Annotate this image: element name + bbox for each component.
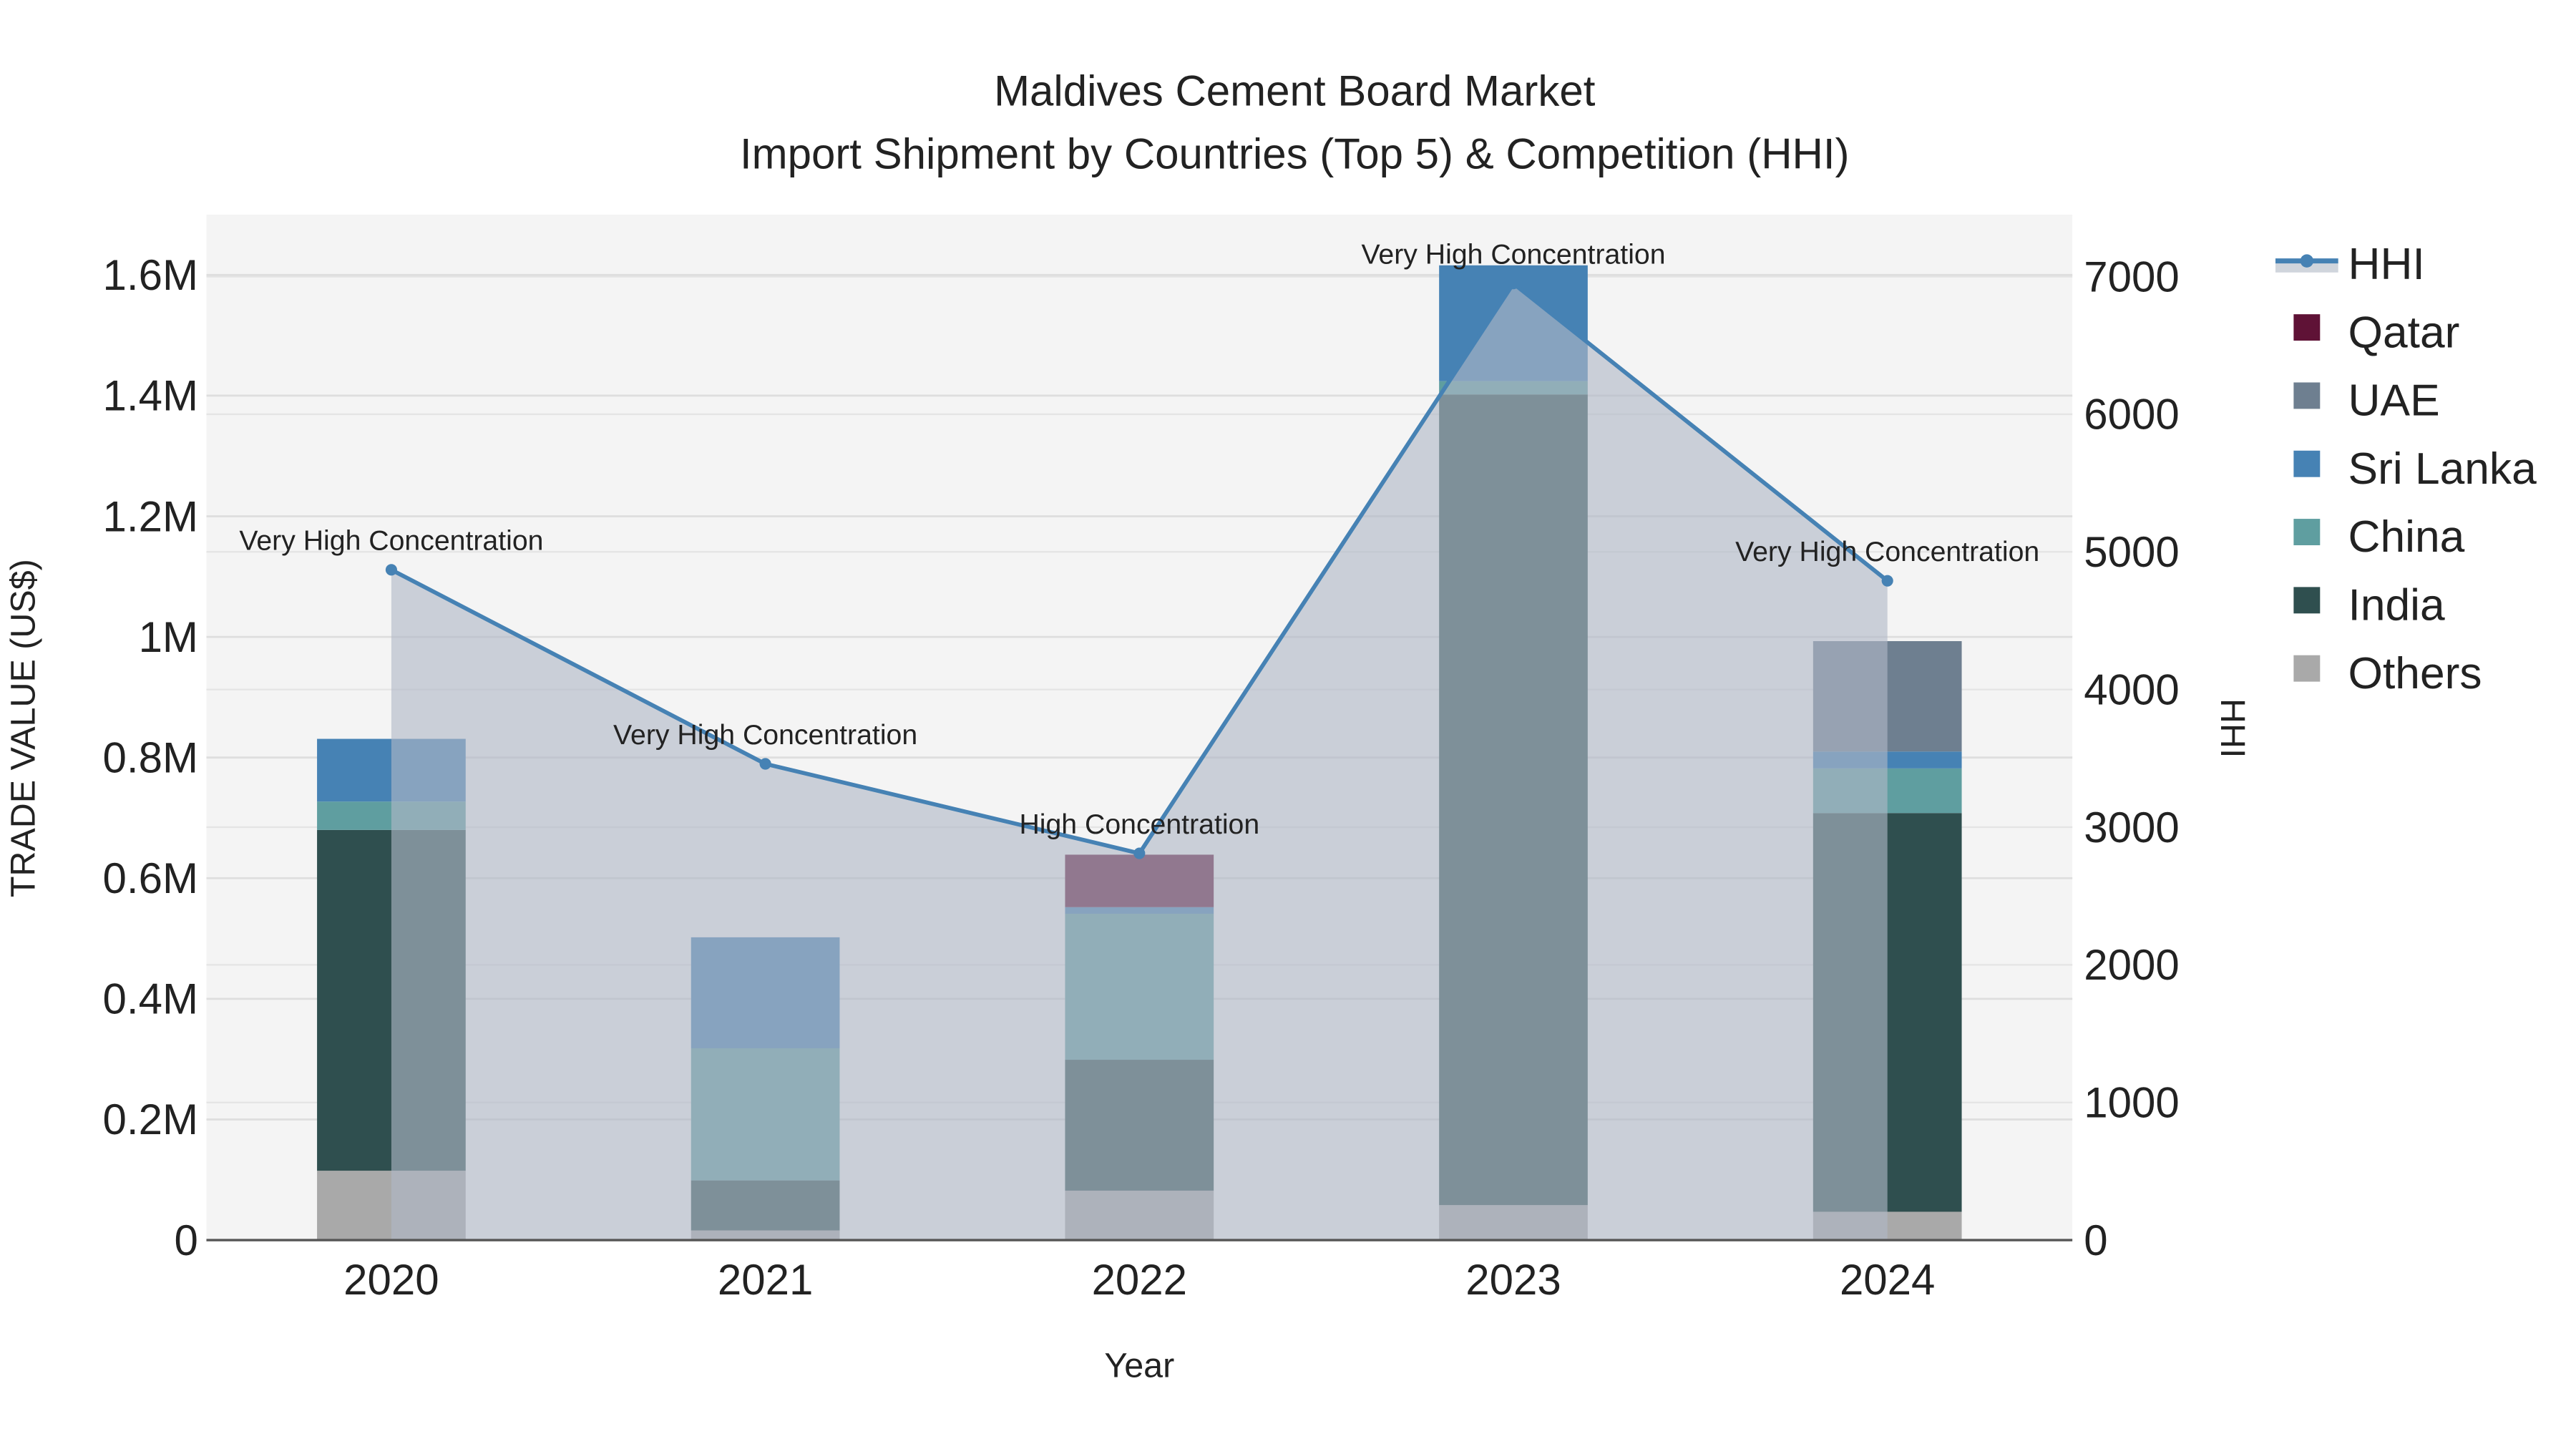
x-tick-label: 2024 xyxy=(1840,1256,1935,1304)
y2-tick-label: 7000 xyxy=(2084,253,2179,301)
y2-tick-label: 4000 xyxy=(2084,665,2179,713)
y2-axis-label: HHI xyxy=(2213,698,2252,758)
y-tick-label: 1.6M xyxy=(103,251,198,299)
hhi-point-2020 xyxy=(385,564,397,576)
y-tick-label: 0.6M xyxy=(103,854,198,902)
hhi-annotation: Very High Concentration xyxy=(239,525,543,557)
chart: Maldives Cement Board Market Import Ship… xyxy=(4,67,2537,1385)
y-tick-label: 1.4M xyxy=(103,372,198,420)
x-tick-label: 2021 xyxy=(718,1256,813,1304)
y2-tick-label: 1000 xyxy=(2084,1078,2179,1126)
x-tick-label: 2020 xyxy=(343,1256,439,1304)
hhi-annotation: Very High Concentration xyxy=(1361,238,1665,270)
legend-label: Others xyxy=(2348,649,2482,698)
x-tick-label: 2023 xyxy=(1465,1256,1561,1304)
legend-hhi-marker-icon xyxy=(2300,254,2314,268)
legend-label: India xyxy=(2348,581,2445,630)
y2-tick-label: 0 xyxy=(2084,1216,2107,1264)
legend-swatch-china xyxy=(2293,519,2321,545)
legend-label: HHI xyxy=(2348,240,2425,289)
hhi-point-2024 xyxy=(1881,575,1893,587)
legend-label: UAE xyxy=(2348,376,2440,426)
legend-swatch-others xyxy=(2293,655,2321,682)
legend-swatch-uae xyxy=(2293,382,2321,409)
y2-tick-label: 2000 xyxy=(2084,941,2179,989)
y2-tick-label: 6000 xyxy=(2084,391,2179,439)
legend-label: Qatar xyxy=(2348,308,2460,357)
x-tick-label: 2022 xyxy=(1092,1256,1187,1304)
hhi-annotation: High Concentration xyxy=(1019,809,1259,840)
y2-tick-label: 5000 xyxy=(2084,528,2179,576)
legend-label: China xyxy=(2348,512,2465,562)
y-tick-label: 0.8M xyxy=(103,733,198,781)
y-axis-label: TRADE VALUE (US$) xyxy=(4,559,42,897)
y-tick-label: 0 xyxy=(175,1216,198,1264)
y-tick-label: 1M xyxy=(139,613,198,661)
y-tick-label: 0.4M xyxy=(103,975,198,1023)
hhi-point-2021 xyxy=(759,758,771,770)
y-tick-label: 0.2M xyxy=(103,1096,198,1143)
hhi-annotation: Very High Concentration xyxy=(1735,536,2039,567)
legend-swatch-qatar xyxy=(2293,314,2321,341)
legend-swatch-sri-lanka xyxy=(2293,450,2321,477)
hhi-point-2023 xyxy=(1507,278,1520,290)
x-axis-label: Year xyxy=(1104,1347,1174,1385)
hhi-point-2022 xyxy=(1133,847,1146,859)
legend-label: Sri Lanka xyxy=(2348,444,2537,494)
legend-swatch-india xyxy=(2293,587,2321,614)
chart-title: Maldives Cement Board Market xyxy=(994,67,1596,115)
hhi-annotation: Very High Concentration xyxy=(613,719,917,751)
y2-tick-label: 3000 xyxy=(2084,804,2179,852)
chart-subtitle: Import Shipment by Countries (Top 5) & C… xyxy=(740,130,1850,177)
y-tick-label: 1.2M xyxy=(103,492,198,540)
